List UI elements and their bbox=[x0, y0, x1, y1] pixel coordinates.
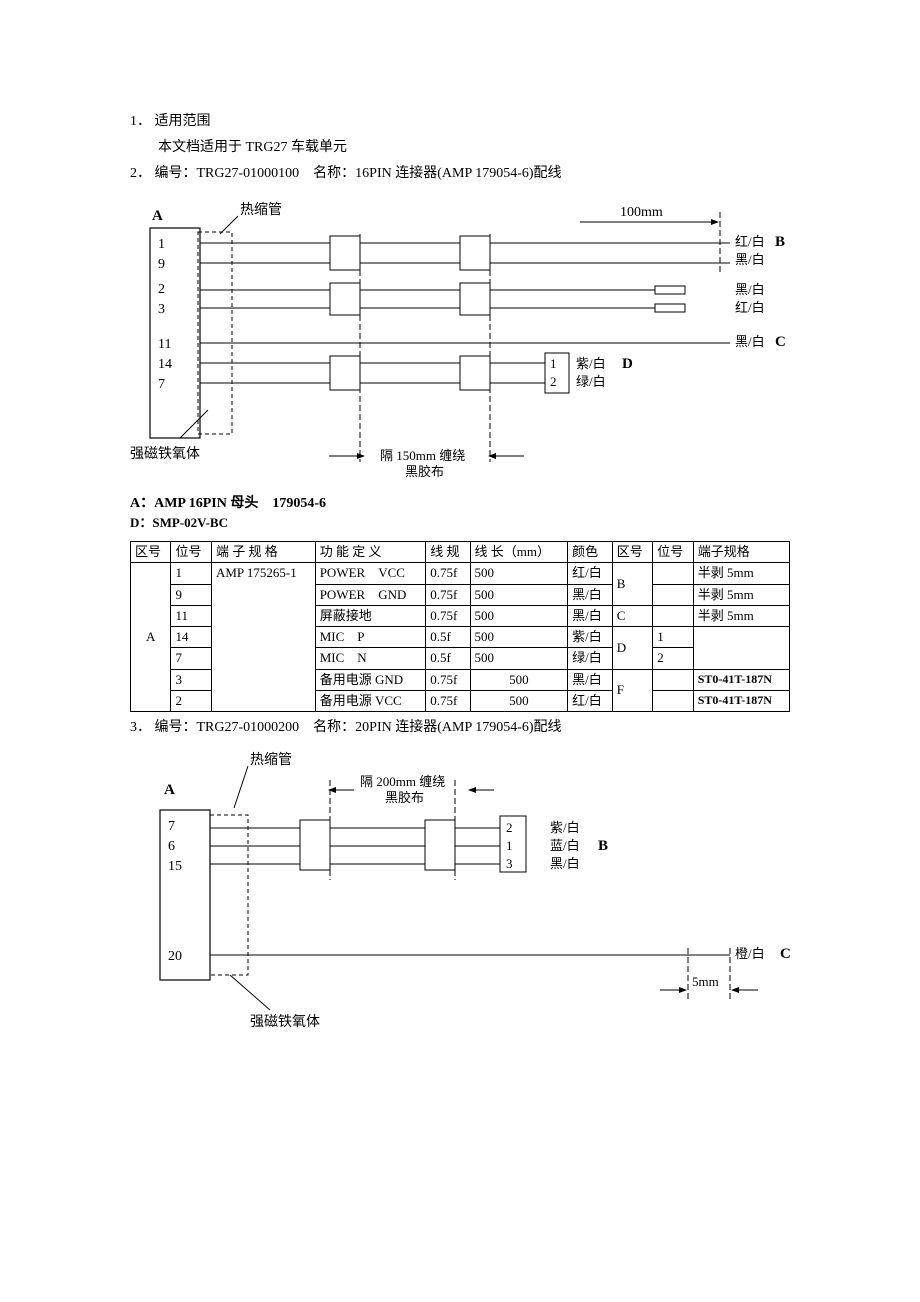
svg-text:1: 1 bbox=[550, 356, 557, 371]
cell-zoneA: A bbox=[131, 563, 171, 712]
svg-text:强磁铁氧体: 强磁铁氧体 bbox=[250, 1014, 320, 1030]
svg-text:B: B bbox=[598, 838, 608, 854]
svg-text:100mm: 100mm bbox=[620, 205, 663, 220]
svg-text:2: 2 bbox=[550, 374, 557, 389]
th-pos: 位号 bbox=[171, 542, 211, 563]
section-1-header: 1． 适用范围 bbox=[130, 110, 790, 130]
th-func: 功 能 定 义 bbox=[315, 542, 426, 563]
section-3-header: 3． 编号：TRG27-01000200 名称：20PIN 连接器(AMP 17… bbox=[130, 716, 790, 736]
svg-text:C: C bbox=[780, 946, 790, 962]
table-row: A 1 AMP 175265-1 POWER VCC 0.75f 500 红/白… bbox=[131, 563, 790, 584]
svg-text:绿/白: 绿/白 bbox=[576, 374, 606, 389]
svg-text:黑/白: 黑/白 bbox=[735, 252, 765, 267]
diagram-1: A 热缩管 1 9 2 3 11 14 7 红/白 黑/白 B 黑/白 红/白 … bbox=[130, 198, 790, 488]
th-color: 颜色 bbox=[568, 542, 613, 563]
svg-text:D: D bbox=[622, 356, 633, 372]
section-3-num: 3． bbox=[130, 720, 151, 735]
svg-text:橙/白: 橙/白 bbox=[735, 946, 765, 961]
svg-text:隔 150mm 缠绕: 隔 150mm 缠绕 bbox=[380, 448, 465, 463]
svg-text:7: 7 bbox=[158, 377, 165, 392]
table-header-row: 区号 位号 端 子 规 格 功 能 定 义 线 规 线 长（mm） 颜色 区号 … bbox=[131, 542, 790, 563]
th-terminal2: 端子规格 bbox=[693, 542, 789, 563]
svg-text:蓝/白: 蓝/白 bbox=[550, 838, 580, 853]
svg-text:B: B bbox=[775, 234, 785, 250]
svg-text:20: 20 bbox=[168, 949, 182, 964]
th-gauge: 线 规 bbox=[426, 542, 470, 563]
svg-text:红/白: 红/白 bbox=[735, 300, 765, 315]
section-1-title: 适用范围 bbox=[155, 114, 211, 129]
svg-text:3: 3 bbox=[506, 856, 513, 871]
svg-text:14: 14 bbox=[158, 357, 172, 372]
svg-text:6: 6 bbox=[168, 839, 175, 854]
diagram1-heatshrink-label: 热缩管 bbox=[240, 202, 282, 218]
svg-text:C: C bbox=[775, 334, 786, 350]
diagram1-label-A: A bbox=[152, 208, 163, 224]
diagram-2: 热缩管 A 7 6 15 20 隔 200mm 缠绕 黑胶布 2 1 3 紫/白… bbox=[130, 750, 790, 1040]
svg-text:1: 1 bbox=[158, 237, 165, 252]
svg-text:9: 9 bbox=[158, 257, 165, 272]
svg-text:黑/白: 黑/白 bbox=[735, 282, 765, 297]
svg-text:强磁铁氧体: 强磁铁氧体 bbox=[130, 446, 200, 462]
section-2-title: 编号：TRG27-01000100 名称：16PIN 连接器(AMP 17905… bbox=[155, 166, 562, 181]
svg-text:隔 200mm 缠绕: 隔 200mm 缠绕 bbox=[360, 774, 445, 789]
svg-text:2: 2 bbox=[158, 282, 165, 297]
svg-text:7: 7 bbox=[168, 819, 175, 834]
svg-text:黑胶布: 黑胶布 bbox=[385, 790, 424, 805]
section-1-body: 本文档适用于 TRG27 车载单元 bbox=[130, 136, 790, 156]
svg-text:黑胶布: 黑胶布 bbox=[405, 464, 444, 479]
svg-text:黑/白: 黑/白 bbox=[735, 334, 765, 349]
diagram1-label-line-D: D：SMP-02V-BC bbox=[130, 512, 790, 531]
th-zone2: 区号 bbox=[612, 542, 652, 563]
svg-text:红/白: 红/白 bbox=[735, 234, 765, 249]
section-2-num: 2． bbox=[130, 166, 151, 181]
svg-text:15: 15 bbox=[168, 859, 182, 874]
diagram1-label-line-A: A：AMP 16PIN 母头 179054-6 bbox=[130, 492, 790, 512]
svg-text:紫/白: 紫/白 bbox=[576, 356, 606, 371]
svg-text:黑/白: 黑/白 bbox=[550, 856, 580, 871]
svg-text:11: 11 bbox=[158, 337, 171, 352]
section-1-num: 1． bbox=[130, 114, 151, 129]
section-3-title: 编号：TRG27-01000200 名称：20PIN 连接器(AMP 17905… bbox=[155, 720, 562, 735]
th-pos2: 位号 bbox=[653, 542, 693, 563]
svg-text:A: A bbox=[164, 782, 175, 798]
svg-text:2: 2 bbox=[506, 820, 513, 835]
svg-text:热缩管: 热缩管 bbox=[250, 752, 292, 768]
section-2-header: 2． 编号：TRG27-01000100 名称：16PIN 连接器(AMP 17… bbox=[130, 162, 790, 182]
svg-text:紫/白: 紫/白 bbox=[550, 820, 580, 835]
th-length: 线 长（mm） bbox=[470, 542, 568, 563]
spec-table-1: 区号 位号 端 子 规 格 功 能 定 义 线 规 线 长（mm） 颜色 区号 … bbox=[130, 541, 790, 712]
th-terminal: 端 子 规 格 bbox=[211, 542, 315, 563]
svg-text:3: 3 bbox=[158, 302, 165, 317]
th-zone: 区号 bbox=[131, 542, 171, 563]
svg-text:1: 1 bbox=[506, 838, 513, 853]
svg-text:5mm: 5mm bbox=[692, 974, 719, 989]
